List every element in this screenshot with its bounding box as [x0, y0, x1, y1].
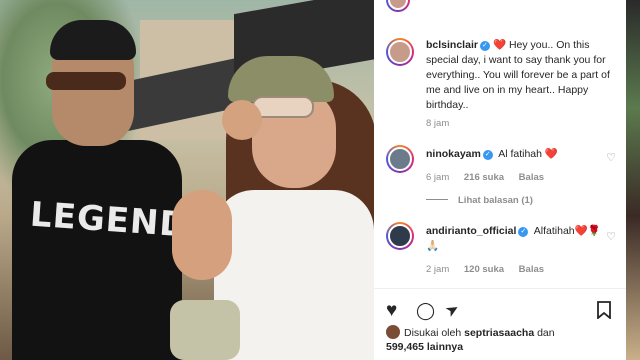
comments-panel: bclsinclair ✓ ❤️ Hey you.. On this special…	[374, 0, 626, 360]
comment-meta: 6 jam 216 suka Balas	[426, 170, 556, 185]
background-right-edge	[626, 0, 640, 360]
likes-suffix: lainnya	[426, 341, 464, 353]
reply-button[interactable]: Balas	[519, 264, 544, 275]
screen: LEGEND bclsinclair ✓ ❤️ Hey you.. On this …	[0, 0, 640, 360]
red-heart-icon: ❤️🌹	[574, 225, 601, 237]
comment-text-block: ninokayam ✓ Al fatihah ❤️	[426, 147, 616, 162]
verified-icon: ✓	[479, 41, 490, 51]
photo-man-shirt	[12, 140, 182, 360]
verified-icon: ✓	[518, 227, 529, 237]
photo-woman-hand	[222, 100, 262, 140]
comment-time[interactable]: 2 jam	[426, 264, 449, 275]
comment-row: andirianto_official ✓ Alfatihah❤️🌹 🙏🏻 ♡ 2…	[386, 222, 622, 277]
comment-username[interactable]: ninokayam	[426, 148, 481, 160]
comment-likes[interactable]: 120 suka	[464, 264, 504, 275]
likes-count-line[interactable]: 599,465 lainnya	[386, 341, 463, 353]
comment-row: ninokayam ✓ Al fatihah ❤️ ♡ 6 jam 216 suk…	[386, 145, 622, 185]
caption-username[interactable]: bclsinclair	[426, 39, 478, 51]
liked-by-line: Disukai oleh septriasaacha dan	[386, 325, 555, 339]
photo-woman-arm	[172, 190, 232, 280]
verified-icon: ✓	[482, 150, 493, 160]
top-avatar[interactable]	[386, 0, 410, 12]
red-heart-icon: ❤️	[492, 39, 507, 51]
caption-meta: 8 jam	[426, 116, 461, 131]
like-comment-icon[interactable]: ♡	[606, 230, 616, 245]
comment-meta: 2 jam 120 suka Balas	[426, 262, 556, 277]
red-heart-icon: ❤️	[544, 148, 558, 160]
comment-time[interactable]: 6 jam	[426, 172, 449, 183]
comment-avatar-ninokayam[interactable]	[386, 145, 414, 173]
photo-man-hair	[50, 20, 136, 60]
bookmark-icon	[597, 301, 611, 320]
caption-time[interactable]: 8 jam	[426, 118, 449, 129]
save-bookmark-icon[interactable]	[596, 301, 612, 323]
comment-emoji: 🙏🏻	[426, 240, 440, 252]
like-comment-icon[interactable]: ♡	[606, 151, 616, 166]
liker-avatar[interactable]	[386, 325, 400, 339]
liked-by-and: dan	[537, 327, 555, 339]
liked-by-prefix: Disukai oleh	[404, 327, 462, 339]
photo-man-glasses	[46, 72, 126, 90]
reply-button[interactable]: Balas	[519, 172, 544, 183]
comment-icon[interactable]: ◯	[416, 301, 435, 320]
likes-count: 599,465	[386, 341, 424, 353]
action-bar: ♥ ◯ ➤ Disukai oleh septriasaacha dan 599…	[374, 288, 626, 360]
caption-avatar[interactable]	[386, 38, 414, 66]
post-photo[interactable]: LEGEND	[0, 0, 374, 360]
photo-bag	[170, 300, 240, 360]
comment-avatar-andirianto[interactable]	[386, 222, 414, 250]
view-replies-label: Lihat balasan (1)	[458, 195, 533, 206]
caption-text-block: bclsinclair ✓ ❤️ Hey you.. On this special…	[426, 38, 616, 113]
comment-likes[interactable]: 216 suka	[464, 172, 504, 183]
liked-by-user[interactable]: septriasaacha	[464, 327, 534, 339]
comment-text: Alfatihah	[533, 225, 575, 237]
caption-comment: bclsinclair ✓ ❤️ Hey you.. On this special…	[386, 38, 622, 131]
like-heart-icon[interactable]: ♥	[386, 301, 397, 320]
share-icon[interactable]: ➤	[442, 299, 463, 322]
comment-text-block: andirianto_official ✓ Alfatihah❤️🌹 🙏🏻	[426, 224, 616, 254]
view-replies-button[interactable]: Lihat balasan (1)	[426, 195, 533, 206]
comment-text: Al fatihah	[498, 148, 542, 160]
comment-username[interactable]: andirianto_official	[426, 225, 516, 237]
view-replies-line	[426, 199, 448, 200]
